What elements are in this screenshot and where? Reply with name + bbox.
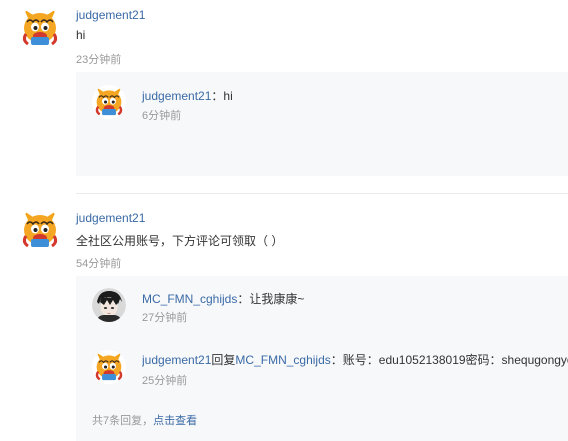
reply-separator: ：	[237, 292, 250, 306]
reply-separator: ：	[211, 89, 224, 103]
cartoon-mascot-avatar-icon[interactable]	[18, 6, 62, 50]
reply-word: 回复	[211, 353, 236, 367]
reply-item: MC_FMN_cghijds：让我康康~ 27分钟前	[76, 276, 568, 336]
reply-author[interactable]: judgement21	[142, 89, 211, 103]
reply-box: judgement21：hi 6分钟前	[76, 72, 568, 176]
reply-line: MC_FMN_cghijds：让我康康~	[142, 290, 304, 307]
anime-boy-avatar-icon[interactable]	[92, 288, 126, 322]
cartoon-mascot-avatar-icon[interactable]	[18, 208, 62, 252]
comment-text: 全社区公用账号，下方评论可领取（ ）	[76, 234, 284, 248]
reply-text: hi	[223, 89, 233, 103]
comment-thread-page: judgement21 hi 23分钟前 judgement21：hi 6分钟前…	[0, 0, 568, 441]
reply-item: judgement21：hi 6分钟前	[76, 72, 568, 152]
comment-item: judgement21 hi 23分钟前 judgement21：hi 6分钟前	[0, 0, 568, 190]
comment-author[interactable]: judgement21	[76, 211, 145, 225]
reply-box: MC_FMN_cghijds：让我康康~ 27分钟前 judgement21回复…	[76, 276, 568, 441]
reply-time: 6分钟前	[142, 110, 182, 122]
reply-text: 账号：edu1052138019密码：shequgongyo	[342, 353, 568, 367]
cartoon-mascot-avatar-icon[interactable]	[92, 350, 126, 384]
comment-time: 23分钟前	[76, 54, 122, 66]
reply-count: 共7条回复，	[92, 415, 154, 427]
comment-item: judgement21 全社区公用账号，下方评论可领取（ ） 54分钟前 MC_…	[0, 200, 568, 441]
reply-line: judgement21回复MC_FMN_cghijds：账号：edu105213…	[142, 351, 568, 368]
cartoon-mascot-avatar-icon[interactable]	[92, 85, 126, 119]
reply-text: 让我康康~	[249, 292, 305, 306]
comment-text: hi	[76, 28, 86, 42]
reply-time: 27分钟前	[142, 312, 188, 324]
comment-time: 54分钟前	[76, 258, 122, 270]
reply-time: 25分钟前	[142, 375, 188, 387]
reply-footer: 共7条回复，点击查看	[92, 412, 197, 428]
reply-line: judgement21：hi	[142, 87, 233, 104]
reply-item: judgement21回复MC_FMN_cghijds：账号：edu105213…	[76, 338, 568, 402]
reply-author[interactable]: MC_FMN_cghijds	[142, 292, 237, 306]
reply-separator: ：	[330, 353, 343, 367]
reply-author[interactable]: judgement21	[142, 353, 211, 367]
view-all-replies-link[interactable]: 点击查看	[153, 415, 197, 427]
comment-author[interactable]: judgement21	[76, 8, 145, 22]
reply-to-user[interactable]: MC_FMN_cghijds	[235, 353, 330, 367]
comment-divider	[76, 193, 568, 194]
